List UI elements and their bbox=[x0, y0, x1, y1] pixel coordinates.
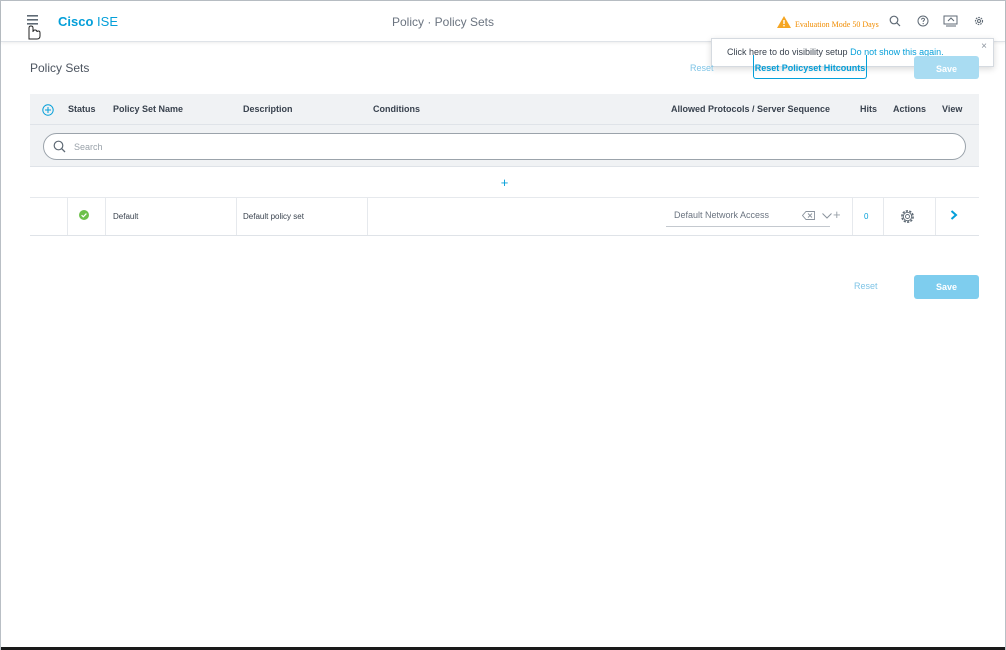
column-hits[interactable]: Hits bbox=[860, 104, 877, 114]
row-divider bbox=[935, 198, 936, 235]
column-policy-set-name[interactable]: Policy Set Name bbox=[113, 104, 183, 114]
clear-selection-icon[interactable] bbox=[801, 211, 815, 222]
row-divider bbox=[852, 198, 853, 235]
save-button[interactable]: Save bbox=[914, 275, 979, 299]
column-allowed-protocols[interactable]: Allowed Protocols / Server Sequence bbox=[671, 104, 830, 114]
policy-set-name[interactable]: Default bbox=[113, 212, 138, 221]
status-enabled-icon[interactable] bbox=[79, 210, 89, 220]
reset-button-top[interactable]: Reset bbox=[690, 63, 714, 73]
table-header: Status Policy Set Name Description Condi… bbox=[30, 94, 979, 125]
column-view: View bbox=[942, 104, 963, 114]
top-navigation-bar: Cisco ISE Policy · Policy Sets Evaluatio… bbox=[1, 1, 1005, 42]
notifications-icon[interactable] bbox=[941, 12, 961, 30]
policy-set-description[interactable]: Default policy set bbox=[243, 212, 304, 221]
row-divider bbox=[883, 198, 884, 235]
save-button-top[interactable]: Save bbox=[914, 56, 979, 79]
add-row-button[interactable]: + bbox=[501, 175, 509, 190]
column-actions: Actions bbox=[893, 104, 927, 114]
chevron-down-icon[interactable] bbox=[822, 212, 832, 221]
warning-icon bbox=[777, 15, 791, 33]
add-policy-set-icon[interactable] bbox=[42, 104, 54, 116]
close-icon[interactable]: × bbox=[981, 41, 987, 52]
reset-button[interactable]: Reset bbox=[854, 281, 878, 291]
section-title: Policy Sets bbox=[30, 61, 90, 75]
row-divider bbox=[236, 198, 237, 235]
evaluation-text: Evaluation Mode 50 Days bbox=[795, 19, 879, 29]
gear-icon[interactable] bbox=[899, 208, 916, 227]
add-protocol-icon[interactable]: + bbox=[833, 207, 841, 222]
add-row: + bbox=[30, 167, 979, 198]
search-row bbox=[30, 125, 979, 167]
search-icon[interactable] bbox=[885, 12, 905, 30]
hits-count: 0 bbox=[864, 212, 869, 221]
help-icon[interactable] bbox=[913, 12, 933, 30]
row-divider bbox=[105, 198, 106, 235]
allowed-protocols-value: Default Network Access bbox=[674, 210, 770, 220]
reset-hitcounts-button[interactable]: Reset Policyset Hitcounts bbox=[753, 55, 867, 79]
column-conditions[interactable]: Conditions bbox=[373, 104, 420, 114]
settings-icon[interactable] bbox=[969, 12, 989, 30]
column-status[interactable]: Status bbox=[68, 104, 96, 114]
row-divider bbox=[67, 198, 68, 235]
search-input[interactable] bbox=[74, 140, 934, 154]
page-title: Policy · Policy Sets bbox=[391, 15, 495, 29]
allowed-protocols-select[interactable]: Default Network Access bbox=[666, 204, 830, 227]
table-row[interactable]: Default Default policy set Default Netwo… bbox=[30, 198, 979, 236]
search-icon bbox=[53, 140, 66, 158]
chevron-right-icon[interactable] bbox=[950, 210, 958, 222]
evaluation-banner[interactable]: Evaluation Mode 50 Days bbox=[777, 15, 879, 33]
row-divider bbox=[367, 198, 368, 235]
top-icon-group bbox=[885, 12, 989, 30]
search-field[interactable] bbox=[43, 133, 966, 160]
column-description[interactable]: Description bbox=[243, 104, 293, 114]
